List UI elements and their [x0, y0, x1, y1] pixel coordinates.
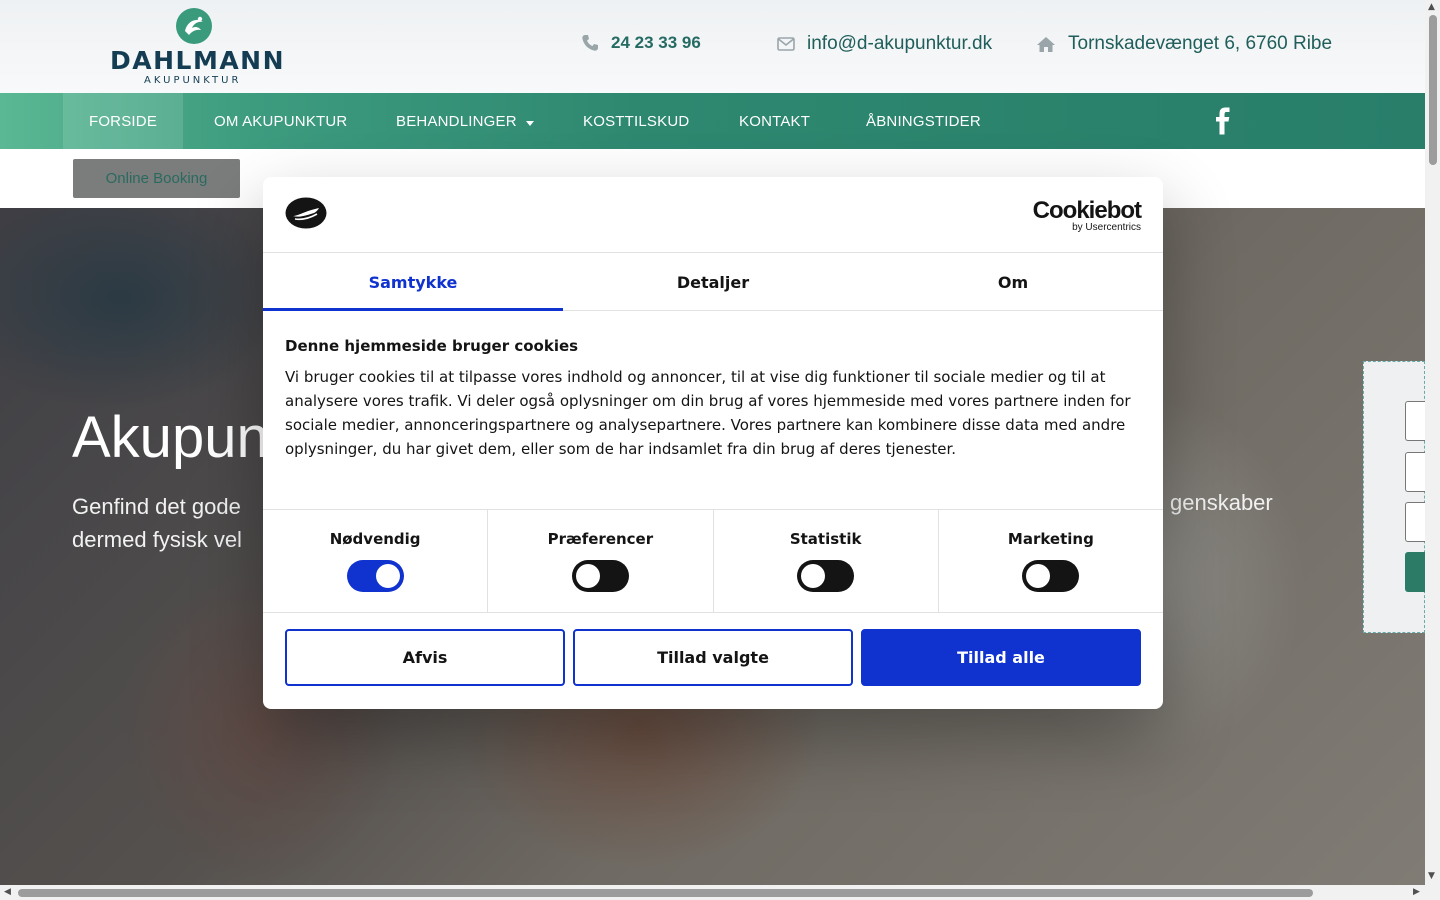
home-icon: [1037, 36, 1055, 52]
side-form-input[interactable]: [1405, 502, 1425, 542]
side-form-submit-button[interactable]: [1405, 552, 1425, 592]
cookie-categories: Nødvendig Præferencer Statistik Marketin…: [263, 509, 1163, 613]
caret-down-icon: [525, 120, 534, 126]
toggle-knob: [1026, 564, 1051, 588]
scroll-right-arrow-icon[interactable]: ▶: [1413, 888, 1420, 897]
category-necessary: Nødvendig: [263, 510, 489, 612]
category-statistics: Statistik: [714, 510, 939, 612]
envelope-icon: [777, 37, 795, 51]
nav-item-kosttilskud[interactable]: KOSTTILSKUD: [583, 93, 689, 149]
necessary-toggle[interactable]: [346, 560, 404, 592]
statistics-toggle[interactable]: [797, 560, 855, 592]
nav-item-label: KONTAKT: [739, 112, 811, 130]
nav-item-abningstider[interactable]: ÅBNINGSTIDER: [866, 93, 981, 149]
hero-text-line: genskaber: [1170, 490, 1273, 515]
deny-button[interactable]: Afvis: [285, 629, 565, 686]
hero-text: Genfind det gode dermed fysisk vel: [72, 490, 242, 556]
tab-samtykke[interactable]: Samtykke: [263, 254, 563, 311]
cookiebot-logo[interactable]: Cookiebot by Usercentrics: [1032, 197, 1142, 233]
toggle-knob: [375, 564, 400, 588]
email-address: info@d-akupunktur.dk: [807, 33, 993, 54]
side-form-input[interactable]: [1405, 452, 1425, 492]
cookie-dialog-header: Cookiebot by Usercentrics: [263, 177, 1163, 253]
header-address[interactable]: Tornskadevænget 6, 6760 Ribe: [1036, 33, 1332, 55]
phone-icon: [582, 35, 598, 51]
horizontal-scrollbar-thumb[interactable]: [18, 889, 1313, 897]
allow-selected-button[interactable]: Tillad valgte: [573, 629, 853, 686]
nav-item-label: FORSIDE: [88, 112, 158, 130]
hero-headline: Akupun: [72, 405, 269, 470]
logo-tagline: AKUPUNKTUR: [144, 75, 242, 86]
nav-item-kontakt[interactable]: KONTAKT: [739, 93, 810, 149]
tab-om[interactable]: Om: [863, 254, 1163, 310]
category-label: Nødvendig: [329, 530, 421, 548]
toggle-knob: [801, 564, 826, 588]
header-email[interactable]: info@d-akupunktur.dk: [777, 33, 992, 55]
hero-text-line: Genfind det gode: [72, 494, 241, 519]
cookie-dialog-body: Vi bruger cookies til at tilpasse vores …: [285, 368, 1131, 458]
logo-mark-icon: [176, 8, 212, 44]
cookiebot-brand-sub: by Usercentrics: [1072, 222, 1141, 233]
cookie-consent-dialog: Cookiebot by Usercentrics Samtykke Detal…: [263, 177, 1163, 709]
cookie-dialog-title: Denne hjemmeside bruger cookies: [285, 337, 579, 355]
cookie-dialog-actions: Afvis Tillad valgte Tillad alle: [285, 629, 1141, 686]
site-logo[interactable]: DAHLMANN AKUPUNKTUR: [108, 6, 284, 86]
facebook-icon[interactable]: [1213, 107, 1233, 135]
nav-item-behandlinger[interactable]: BEHANDLINGER: [396, 93, 534, 149]
category-marketing: Marketing: [939, 510, 1163, 612]
category-label: Statistik: [789, 530, 862, 548]
scroll-up-arrow-icon[interactable]: ▲: [1428, 3, 1435, 12]
toggle-knob: [575, 564, 600, 588]
header-phone[interactable]: 24 23 33 96: [581, 33, 701, 53]
allow-all-button[interactable]: Tillad alle: [861, 629, 1141, 686]
category-label: Marketing: [1007, 530, 1094, 548]
marketing-toggle[interactable]: [1022, 560, 1080, 592]
nav-item-om-akupunktur[interactable]: OM AKUPUNKTUR: [214, 93, 347, 149]
category-preferences: Præferencer: [488, 510, 714, 612]
cookiebot-brand-name: Cookiebot: [1032, 197, 1142, 224]
preferences-toggle[interactable]: [571, 560, 629, 592]
hero-text-line: dermed fysisk vel: [72, 527, 242, 552]
nav-item-forside[interactable]: FORSIDE: [63, 93, 183, 149]
tab-detaljer[interactable]: Detaljer: [563, 254, 863, 310]
nav-item-label: OM AKUPUNKTUR: [214, 112, 348, 130]
nav-item-label: KOSTTILSKUD: [583, 112, 690, 130]
phone-number: 24 23 33 96: [611, 33, 701, 52]
category-label: Præferencer: [547, 530, 654, 548]
side-form-input[interactable]: [1405, 401, 1425, 441]
scroll-down-arrow-icon[interactable]: ▼: [1428, 872, 1435, 881]
address-text: Tornskadevænget 6, 6760 Ribe: [1068, 33, 1333, 54]
vertical-scrollbar-thumb[interactable]: [1429, 15, 1437, 165]
nav-item-label: ÅBNINGSTIDER: [866, 112, 981, 130]
nav-item-label: BEHANDLINGER: [396, 112, 517, 130]
cookie-consent-logo-icon: [285, 197, 327, 229]
logo-name: DAHLMANN: [110, 46, 286, 75]
scroll-left-arrow-icon[interactable]: ◀: [4, 888, 11, 897]
online-booking-button[interactable]: Online Booking: [73, 159, 240, 198]
cookie-dialog-tabs: Samtykke Detaljer Om: [263, 254, 1163, 311]
